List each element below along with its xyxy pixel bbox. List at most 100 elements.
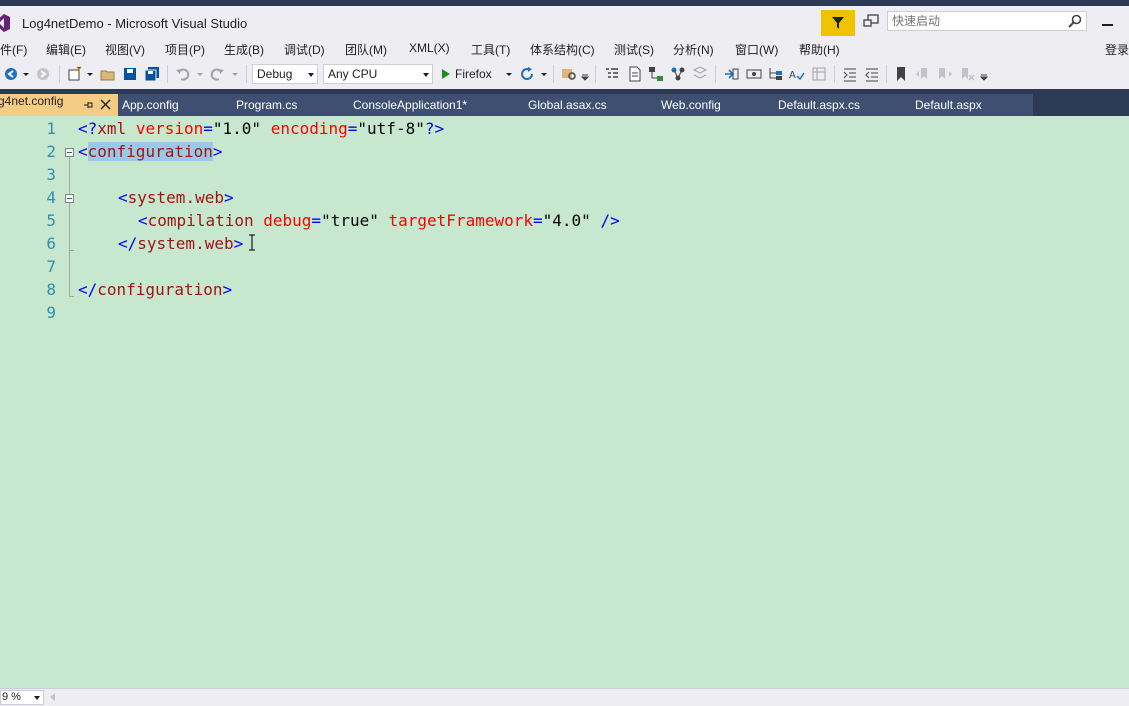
code-line-4: <system.web> <box>118 186 234 209</box>
redo-icon[interactable] <box>209 66 225 82</box>
menu-edit[interactable]: 编辑(E) <box>46 41 86 58</box>
save-all-icon[interactable] <box>144 66 160 82</box>
code-editor[interactable]: 1 2 3 4 5 6 7 8 9 <?xml version="1.0" en… <box>0 116 1129 688</box>
new-project-icon[interactable] <box>67 66 83 82</box>
minimize-button[interactable] <box>1100 20 1114 26</box>
refresh-icon[interactable] <box>519 66 535 82</box>
menu-file[interactable]: 件(F) <box>0 41 27 58</box>
code-token: "1.0" <box>212 119 262 138</box>
previous-bookmark-icon[interactable] <box>915 66 931 82</box>
layer-icon[interactable] <box>692 66 708 82</box>
line-number: 8 <box>46 280 56 299</box>
toolbar-overflow-icon[interactable] <box>980 66 988 82</box>
menu-bar: 件(F) 编辑(E) 视图(V) 项目(P) 生成(B) 调试(D) 团队(M)… <box>0 38 1129 60</box>
outline-icon[interactable] <box>604 66 620 82</box>
tab-program-cs[interactable]: Program.cs <box>236 94 297 116</box>
line-number: 9 <box>46 303 56 322</box>
outdent-icon[interactable] <box>864 66 880 82</box>
tab-default-aspx-cs[interactable]: Default.aspx.cs <box>778 94 860 116</box>
code-line-8: </configuration> <box>78 278 232 301</box>
solution-configuration-value: Debug <box>257 67 293 81</box>
menu-build[interactable]: 生成(B) <box>224 41 264 58</box>
chevron-down-icon[interactable] <box>231 66 239 82</box>
scroll-left-icon[interactable] <box>50 693 55 701</box>
chevron-down-icon[interactable] <box>196 66 204 82</box>
document-icon[interactable] <box>627 66 643 82</box>
collapse-toggle[interactable] <box>65 148 74 157</box>
menu-debug[interactable]: 调试(D) <box>284 41 325 58</box>
collapse-toggle[interactable] <box>65 194 74 203</box>
code-token: = <box>533 211 543 230</box>
pin-icon[interactable] <box>83 100 93 110</box>
feedback-button[interactable] <box>861 12 881 32</box>
tab-default-aspx[interactable]: Default.aspx <box>915 94 982 116</box>
feedback-icon <box>863 14 879 27</box>
code-token: </ <box>118 234 138 253</box>
tab-web-config[interactable]: Web.config <box>661 94 721 116</box>
tab-app-config[interactable]: App.config <box>122 94 179 116</box>
hierarchy-icon[interactable] <box>648 66 664 82</box>
menu-team[interactable]: 团队(M) <box>345 41 387 58</box>
undo-icon[interactable] <box>175 66 191 82</box>
solution-platform-value: Any CPU <box>328 67 378 81</box>
diagram-icon[interactable] <box>670 66 686 82</box>
navigate-forward-icon[interactable] <box>35 66 51 82</box>
schema-icon[interactable] <box>723 66 739 82</box>
svg-text:A: A <box>789 70 796 81</box>
menu-architecture[interactable]: 体系结构(C) <box>530 41 595 58</box>
tree-icon[interactable] <box>768 66 784 82</box>
find-in-files-icon[interactable] <box>561 66 577 82</box>
chevron-down-icon[interactable] <box>505 66 513 82</box>
menu-analyze[interactable]: 分析(N) <box>673 41 714 58</box>
toolbar-overflow-icon[interactable] <box>581 66 589 82</box>
code-token: encoding <box>270 119 348 138</box>
solution-platform-select[interactable]: Any CPU <box>323 64 433 84</box>
clear-bookmarks-icon[interactable] <box>959 66 975 82</box>
code-token: > <box>233 234 244 253</box>
standard-toolbar: Debug Any CPU Firefox A <box>0 61 1129 87</box>
menu-view[interactable]: 视图(V) <box>105 41 145 58</box>
xml-tag-icon[interactable] <box>746 66 762 82</box>
start-debugging-button[interactable]: Firefox <box>442 64 492 84</box>
tab-log4net-config[interactable]: g4net.config <box>0 94 118 116</box>
code-line-6: </system.web> <box>118 232 243 255</box>
next-bookmark-icon[interactable] <box>937 66 953 82</box>
save-icon[interactable] <box>122 66 138 82</box>
search-icon[interactable] <box>1068 14 1082 28</box>
menu-window[interactable]: 窗口(W) <box>735 41 778 58</box>
notifications-button[interactable] <box>821 10 855 36</box>
quick-launch-input[interactable] <box>888 12 1062 30</box>
menu-help[interactable]: 帮助(H) <box>799 41 840 58</box>
table-icon[interactable] <box>811 66 827 82</box>
spell-check-icon[interactable]: A <box>789 66 805 82</box>
indent-icon[interactable] <box>842 66 858 82</box>
menu-project[interactable]: 项目(P) <box>165 41 205 58</box>
menu-xml[interactable]: XML(X) <box>409 41 450 55</box>
menu-test[interactable]: 测试(S) <box>614 41 654 58</box>
solution-configuration-select[interactable]: Debug <box>252 64 318 84</box>
bookmark-icon[interactable] <box>893 66 909 82</box>
code-token: > <box>212 142 223 161</box>
line-number: 7 <box>46 257 56 276</box>
sign-in-link[interactable]: 登录 <box>1105 41 1129 58</box>
chevron-down-icon <box>308 73 314 77</box>
menu-tools[interactable]: 工具(T) <box>471 41 510 58</box>
chevron-down-icon[interactable] <box>22 66 30 82</box>
play-icon <box>442 69 450 79</box>
toolbar-separator <box>595 65 596 83</box>
editor-bottom-bar <box>0 688 1129 706</box>
chevron-down-icon[interactable] <box>540 66 548 82</box>
close-icon[interactable] <box>100 99 111 110</box>
outline-guide-end <box>69 250 74 251</box>
quick-launch[interactable] <box>887 11 1087 31</box>
navigate-back-icon[interactable] <box>3 66 19 82</box>
tab-global-asax-cs[interactable]: Global.asax.cs <box>528 94 607 116</box>
toolbar-separator <box>834 65 835 83</box>
selected-text: configuration <box>87 142 213 161</box>
code-token: debug <box>263 211 312 230</box>
tab-console-application[interactable]: ConsoleApplication1* <box>353 94 467 116</box>
open-file-icon[interactable] <box>100 66 116 82</box>
chevron-down-icon[interactable] <box>86 66 94 82</box>
window-title: Log4netDemo - Microsoft Visual Studio <box>22 16 248 31</box>
zoom-select[interactable]: 9 % <box>0 690 44 705</box>
